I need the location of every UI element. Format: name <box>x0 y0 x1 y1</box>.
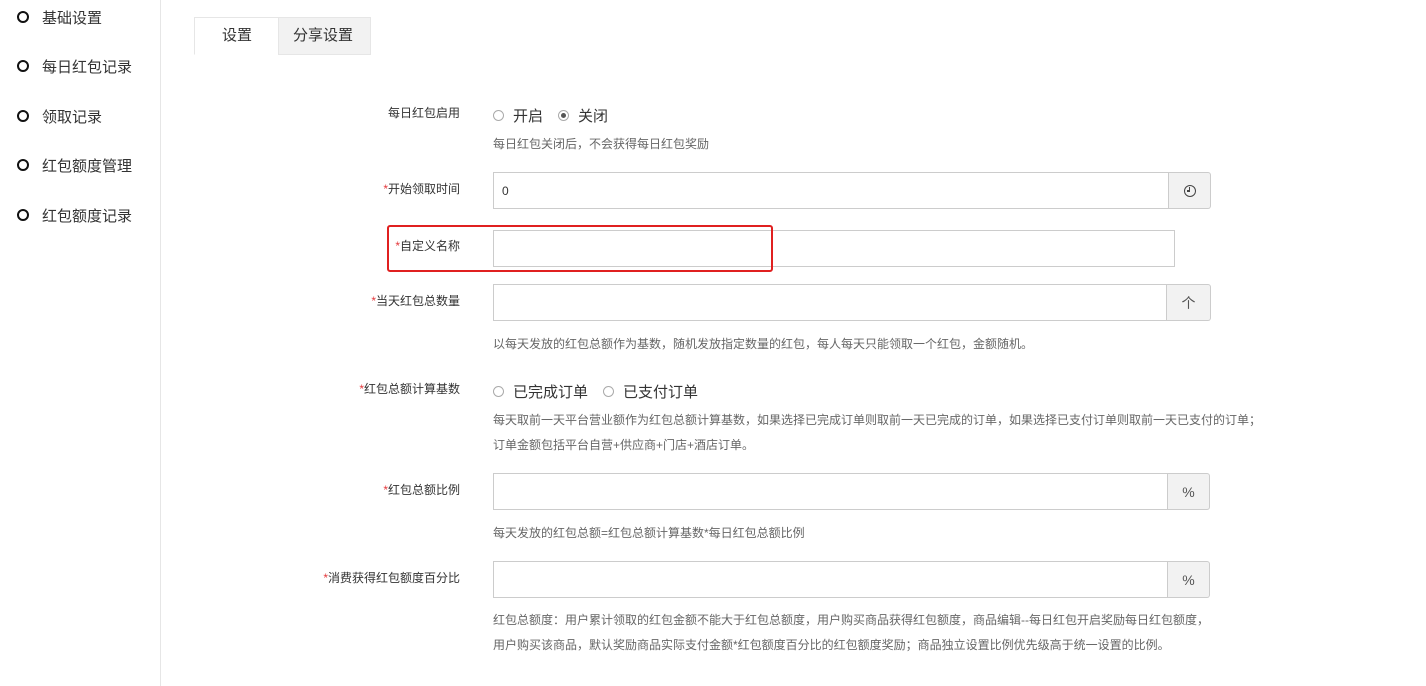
sidebar-item-quota-records[interactable]: 红包额度记录 <box>17 203 132 227</box>
tab-settings[interactable]: 设置 <box>194 17 278 55</box>
enable-label: 每日红包启用 <box>388 104 460 121</box>
start-time-label-text: 开始领取时间 <box>387 182 460 196</box>
ratio-unit: % <box>1168 473 1210 510</box>
ratio-label-text: 红包总额比例 <box>387 483 460 497</box>
sidebar-item-quota-management[interactable]: 红包额度管理 <box>17 153 132 177</box>
circle-bullet-icon <box>17 11 29 23</box>
consume-ratio-label: *消费获得红包额度百分比 <box>323 569 460 586</box>
clock-button[interactable] <box>1169 172 1211 209</box>
base-label: *红包总额计算基数 <box>359 380 460 397</box>
base-completed-option[interactable]: 已完成订单 <box>493 381 588 402</box>
total-count-help: 以每天发放的红包总额作为基数，随机发放指定数量的红包，每人每天只能领取一个红包，… <box>493 337 1034 351</box>
sidebar-item-basic-settings[interactable]: 基础设置 <box>17 5 102 29</box>
ratio-label: *红包总额比例 <box>383 481 460 498</box>
ratio-group: % <box>493 473 1210 510</box>
custom-name-label-text: 自定义名称 <box>399 239 460 253</box>
base-paid-label: 已支付订单 <box>623 384 699 401</box>
base-radio-group: 已完成订单 已支付订单 <box>493 381 713 402</box>
start-time-input[interactable] <box>493 172 1169 209</box>
total-count-input[interactable] <box>493 284 1167 321</box>
sidebar-item-claim-records[interactable]: 领取记录 <box>17 104 102 128</box>
total-count-label: *当天红包总数量 <box>371 292 460 309</box>
sidebar: 基础设置 每日红包记录 领取记录 红包额度管理 红包额度记录 <box>0 0 161 686</box>
consume-ratio-help-line1: 红包总额度：用户累计领取的红包金额不能大于红包总额度，用户购买商品获得红包额度，… <box>493 613 1209 627</box>
custom-name-label: *自定义名称 <box>395 237 460 254</box>
total-count-group: 个 <box>493 284 1211 321</box>
circle-bullet-icon <box>17 209 29 221</box>
start-time-group <box>493 172 1211 209</box>
sidebar-item-label: 红包额度管理 <box>42 157 133 175</box>
total-count-label-text: 当天红包总数量 <box>375 294 460 308</box>
enable-on-label: 开启 <box>513 108 544 125</box>
consume-ratio-input[interactable] <box>493 561 1168 598</box>
total-count-unit: 个 <box>1167 284 1211 321</box>
circle-bullet-icon <box>17 110 29 122</box>
start-time-label: *开始领取时间 <box>383 180 460 197</box>
sidebar-item-daily-redpacket-records[interactable]: 每日红包记录 <box>17 54 132 78</box>
custom-name-group <box>493 230 1175 267</box>
ratio-input[interactable] <box>493 473 1168 510</box>
enable-label-text: 每日红包启用 <box>387 106 460 120</box>
enable-off-label: 关闭 <box>578 108 609 125</box>
tab-share-settings[interactable]: 分享设置 <box>278 17 371 55</box>
base-completed-label: 已完成订单 <box>513 384 589 401</box>
sidebar-item-label: 基础设置 <box>42 9 103 27</box>
ratio-help: 每天发放的红包总额=红包总额计算基数*每日红包总额比例 <box>493 526 805 540</box>
circle-bullet-icon <box>17 159 29 171</box>
sidebar-item-label: 每日红包记录 <box>42 58 133 76</box>
radio-unchecked-icon[interactable] <box>603 386 615 397</box>
base-help-line1: 每天取前一天平台营业额作为红包总额计算基数，如果选择已完成订单则取前一天已完成的… <box>493 413 1262 427</box>
circle-bullet-icon <box>17 60 29 72</box>
sidebar-item-label: 领取记录 <box>42 108 103 126</box>
base-label-text: 红包总额计算基数 <box>363 382 460 396</box>
enable-help: 每日红包关闭后，不会获得每日红包奖励 <box>493 137 710 151</box>
custom-name-input[interactable] <box>493 230 1175 267</box>
sidebar-item-label: 红包额度记录 <box>42 207 133 225</box>
tab-bar: 设置 分享设置 <box>194 17 371 55</box>
consume-ratio-unit: % <box>1168 561 1210 598</box>
radio-checked-icon[interactable] <box>558 110 570 121</box>
base-help-line2: 订单金额包括平台自营+供应商+门店+酒店订单。 <box>493 438 755 452</box>
clock-icon <box>1183 184 1196 197</box>
radio-unchecked-icon[interactable] <box>493 110 504 121</box>
consume-ratio-group: % <box>493 561 1210 598</box>
base-paid-option[interactable]: 已支付订单 <box>603 381 698 402</box>
enable-radio-group: 开启 关闭 <box>493 105 623 126</box>
consume-ratio-label-text: 消费获得红包额度百分比 <box>327 571 460 585</box>
consume-ratio-help-line2: 用户购买该商品，默认奖励商品实际支付金额*红包额度百分比的红包额度奖励；商品独立… <box>493 638 1170 652</box>
radio-unchecked-icon[interactable] <box>493 386 504 397</box>
enable-on-option[interactable]: 开启 <box>493 105 543 126</box>
enable-off-option[interactable]: 关闭 <box>558 105 608 126</box>
